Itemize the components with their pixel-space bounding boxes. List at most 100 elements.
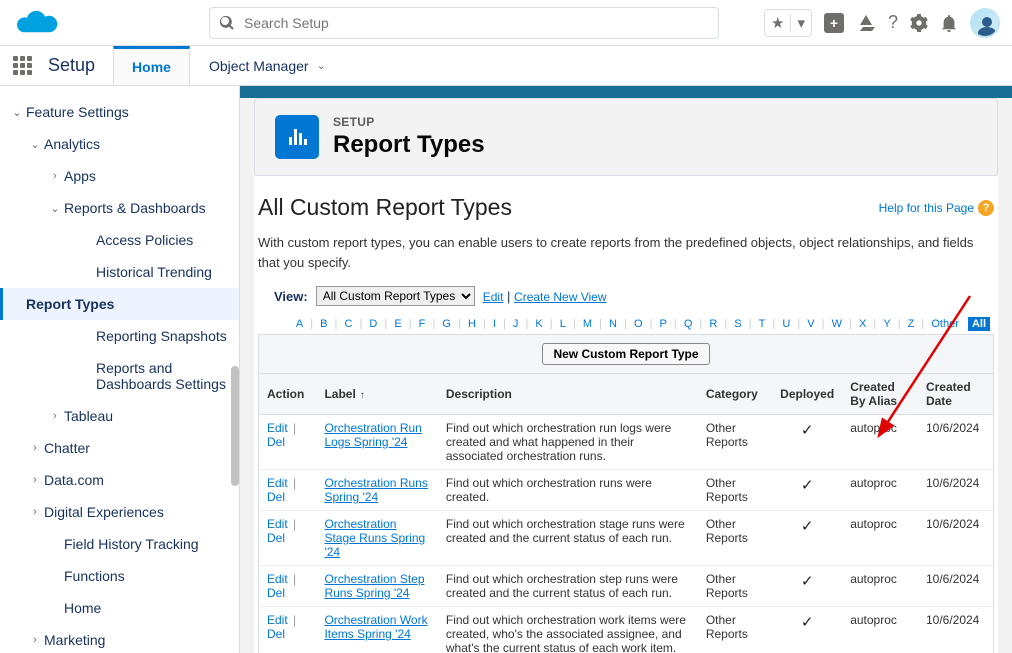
alpha-M[interactable]: M: [581, 318, 594, 330]
edit-link[interactable]: Edit: [267, 421, 288, 435]
alpha-C[interactable]: C: [342, 318, 354, 330]
col-label[interactable]: Label↑: [316, 374, 437, 415]
alpha-T[interactable]: T: [757, 318, 768, 330]
col-deployed[interactable]: Deployed: [772, 374, 842, 415]
sidebar-item-reports-and-dashboards-settings[interactable]: Reports and Dashboards Settings: [0, 352, 239, 400]
alpha-W[interactable]: W: [830, 318, 844, 330]
alpha-L[interactable]: L: [558, 318, 568, 330]
alpha-A[interactable]: A: [294, 318, 305, 330]
label-link[interactable]: Orchestration Stage Runs Spring '24: [324, 517, 425, 559]
sidebar-item-reports-dashboards[interactable]: ⌄Reports & Dashboards: [0, 192, 239, 224]
sidebar-item-marketing[interactable]: ›Marketing: [0, 624, 239, 653]
global-actions-button[interactable]: +: [824, 13, 844, 33]
sidebar-item-functions[interactable]: Functions: [0, 560, 239, 592]
alpha-P[interactable]: P: [657, 318, 668, 330]
col-description[interactable]: Description: [438, 374, 698, 415]
sidebar-item-reporting-snapshots[interactable]: Reporting Snapshots: [0, 320, 239, 352]
edit-link[interactable]: Edit: [267, 613, 288, 627]
delete-link[interactable]: Del: [267, 531, 285, 545]
help-link[interactable]: Help for this Page: [879, 201, 974, 215]
page-header: SETUP Report Types: [254, 98, 998, 176]
table-row: Edit | DelOrchestration Run Logs Spring …: [259, 415, 993, 470]
label-link[interactable]: Orchestration Runs Spring '24: [324, 476, 427, 504]
sidebar-item-report-types[interactable]: Report Types: [0, 288, 239, 320]
app-launcher-icon[interactable]: [0, 46, 44, 85]
avatar[interactable]: [970, 8, 1000, 38]
alpha-X[interactable]: X: [857, 318, 868, 330]
sidebar-item-digital-experiences[interactable]: ›Digital Experiences: [0, 496, 239, 528]
label-link[interactable]: Orchestration Run Logs Spring '24: [324, 421, 421, 449]
alpha-Z[interactable]: Z: [906, 318, 917, 330]
edit-link[interactable]: Edit: [267, 517, 288, 531]
alpha-S[interactable]: S: [732, 318, 743, 330]
alpha-N[interactable]: N: [607, 318, 619, 330]
search-input[interactable]: [209, 7, 719, 39]
sidebar-item-home[interactable]: Home: [0, 592, 239, 624]
alpha-B[interactable]: B: [318, 318, 329, 330]
alpha-Q[interactable]: Q: [682, 318, 695, 330]
view-select[interactable]: All Custom Report Types: [316, 286, 475, 306]
alpha-G[interactable]: G: [440, 318, 453, 330]
alpha-R[interactable]: R: [707, 318, 719, 330]
edit-view-link[interactable]: Edit: [483, 290, 504, 304]
cell-category: Other Reports: [698, 511, 772, 566]
alpha-V[interactable]: V: [805, 318, 816, 330]
help-badge-icon[interactable]: ?: [978, 200, 994, 216]
sidebar-item-access-policies[interactable]: Access Policies: [0, 224, 239, 256]
sidebar-item-feature-settings[interactable]: ⌄Feature Settings: [0, 96, 239, 128]
cell-description: Find out which orchestration stage runs …: [438, 511, 698, 566]
cell-created-by: autoproc: [842, 470, 918, 511]
sidebar-item-historical-trending[interactable]: Historical Trending: [0, 256, 239, 288]
alpha-all[interactable]: All: [968, 317, 990, 331]
salesforce-logo[interactable]: [12, 6, 59, 39]
alpha-J[interactable]: J: [511, 318, 521, 330]
delete-link[interactable]: Del: [267, 586, 285, 600]
help-icon[interactable]: ?: [888, 12, 898, 33]
gear-icon[interactable]: [910, 14, 928, 32]
new-custom-report-type-button[interactable]: New Custom Report Type: [542, 343, 709, 365]
alpha-E[interactable]: E: [392, 318, 403, 330]
tab-home[interactable]: Home: [113, 46, 190, 85]
favorites-menu[interactable]: ★ ▾: [764, 9, 812, 37]
bell-icon[interactable]: [940, 14, 958, 32]
alpha-K[interactable]: K: [533, 318, 544, 330]
alpha-F[interactable]: F: [417, 318, 428, 330]
alpha-D[interactable]: D: [367, 318, 379, 330]
table-row: Edit | DelOrchestration Stage Runs Sprin…: [259, 511, 993, 566]
alpha-H[interactable]: H: [466, 318, 478, 330]
sidebar-item-label: Chatter: [44, 440, 229, 456]
check-icon: ✓: [780, 476, 834, 494]
scrollbar[interactable]: [231, 366, 239, 486]
chevron-down-icon: ⌄: [48, 202, 62, 215]
create-view-link[interactable]: Create New View: [514, 290, 606, 304]
col-created-by[interactable]: Created By Alias: [842, 374, 918, 415]
tab-object-manager[interactable]: Object Manager ⌄: [190, 46, 345, 85]
cell-created-date: 10/6/2024: [918, 511, 993, 566]
edit-link[interactable]: Edit: [267, 476, 288, 490]
edit-link[interactable]: Edit: [267, 572, 288, 586]
sidebar-item-tableau[interactable]: ›Tableau: [0, 400, 239, 432]
alpha-I[interactable]: I: [491, 318, 498, 330]
trailhead-icon[interactable]: [856, 13, 876, 33]
col-created-date[interactable]: Created Date: [918, 374, 993, 415]
sidebar-item-analytics[interactable]: ⌄Analytics: [0, 128, 239, 160]
alpha-Y[interactable]: Y: [881, 318, 892, 330]
delete-link[interactable]: Del: [267, 435, 285, 449]
label-link[interactable]: Orchestration Step Runs Spring '24: [324, 572, 424, 600]
label-link[interactable]: Orchestration Work Items Spring '24: [324, 613, 427, 641]
delete-link[interactable]: Del: [267, 627, 285, 641]
alpha-other[interactable]: Other: [929, 318, 961, 330]
delete-link[interactable]: Del: [267, 490, 285, 504]
cell-description: Find out which orchestration step runs w…: [438, 566, 698, 607]
sidebar-item-label: Field History Tracking: [64, 536, 229, 552]
alpha-U[interactable]: U: [780, 318, 792, 330]
page-description: With custom report types, you can enable…: [254, 233, 998, 286]
alpha-O[interactable]: O: [632, 318, 645, 330]
sidebar-item-label: Reports and Dashboards Settings: [96, 360, 229, 392]
col-category[interactable]: Category: [698, 374, 772, 415]
cell-category: Other Reports: [698, 470, 772, 511]
sidebar-item-data-com[interactable]: ›Data.com: [0, 464, 239, 496]
sidebar-item-field-history-tracking[interactable]: Field History Tracking: [0, 528, 239, 560]
sidebar-item-apps[interactable]: ›Apps: [0, 160, 239, 192]
sidebar-item-chatter[interactable]: ›Chatter: [0, 432, 239, 464]
